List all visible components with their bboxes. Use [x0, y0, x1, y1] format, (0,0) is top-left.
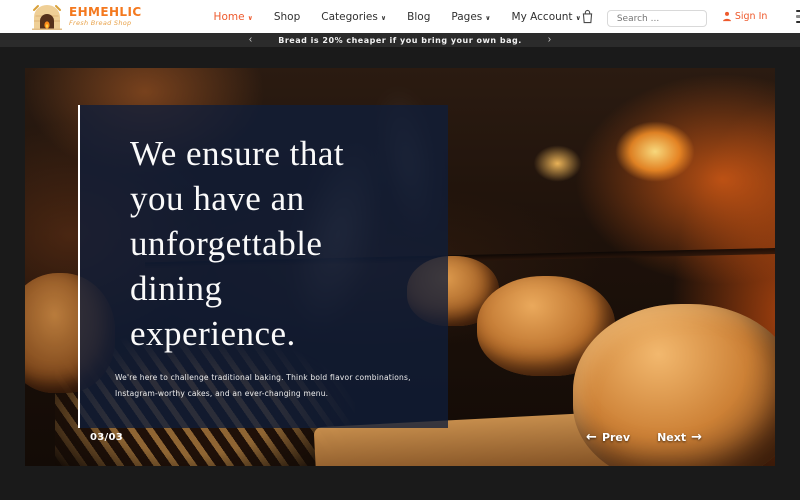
menu-button[interactable]: [796, 10, 800, 23]
hero-slider: We ensure that you have an unforgettable…: [25, 68, 775, 466]
search-input[interactable]: [607, 10, 707, 27]
arrow-right-icon: →: [691, 430, 702, 445]
chevron-right-icon: ›: [548, 34, 551, 45]
slider-navigation: ← Prev Next →: [586, 430, 702, 445]
hero-heading: We ensure that you have an unforgettable…: [80, 105, 380, 356]
oven-logo-icon: [30, 3, 64, 30]
chevron-down-icon: ∨: [485, 14, 490, 22]
announcement-text: Bread is 20% cheaper if you bring your o…: [278, 36, 521, 45]
sign-in-link[interactable]: Sign In: [722, 11, 768, 22]
hero-description: We're here to challenge traditional baki…: [115, 370, 437, 402]
header-tools: Sign In: [581, 6, 800, 28]
chevron-left-icon: ‹: [249, 34, 252, 45]
nav-item-my-account[interactable]: My Account ∨: [512, 11, 581, 23]
slider-next-button[interactable]: Next →: [657, 430, 702, 445]
slider-prev-button[interactable]: ← Prev: [586, 430, 630, 445]
user-icon: [722, 11, 732, 22]
announcement-bar: ‹ Bread is 20% cheaper if you bring your…: [0, 33, 800, 47]
chevron-down-icon: ∨: [248, 14, 253, 22]
logo-name: EHMEHLIC: [69, 6, 142, 18]
cart-button[interactable]: [581, 9, 594, 24]
hamburger-icon: [796, 10, 800, 12]
announcement-next-button[interactable]: ›: [546, 35, 553, 45]
chevron-down-icon: ∨: [381, 14, 386, 22]
shopping-bag-icon: [581, 9, 594, 24]
nav-item-home[interactable]: Home ∨: [214, 11, 253, 23]
logo-tagline: Fresh Bread Shop: [69, 20, 142, 27]
nav-item-shop[interactable]: Shop: [274, 11, 300, 23]
main-nav: Home ∨ Shop Categories ∨ Blog Pages ∨ My…: [214, 11, 581, 23]
hero-text-panel: We ensure that you have an unforgettable…: [78, 105, 448, 428]
logo[interactable]: EHMEHLIC Fresh Bread Shop: [30, 3, 142, 30]
arrow-left-icon: ←: [586, 430, 597, 445]
announcement-prev-button[interactable]: ‹: [247, 35, 254, 45]
nav-item-categories[interactable]: Categories ∨: [321, 11, 386, 23]
search-box: [607, 6, 707, 28]
nav-item-pages[interactable]: Pages ∨: [451, 11, 490, 23]
slide-indicator: 03/03: [90, 432, 123, 443]
nav-item-blog[interactable]: Blog: [407, 11, 430, 23]
site-header: EHMEHLIC Fresh Bread Shop Home ∨ Shop Ca…: [0, 0, 800, 33]
